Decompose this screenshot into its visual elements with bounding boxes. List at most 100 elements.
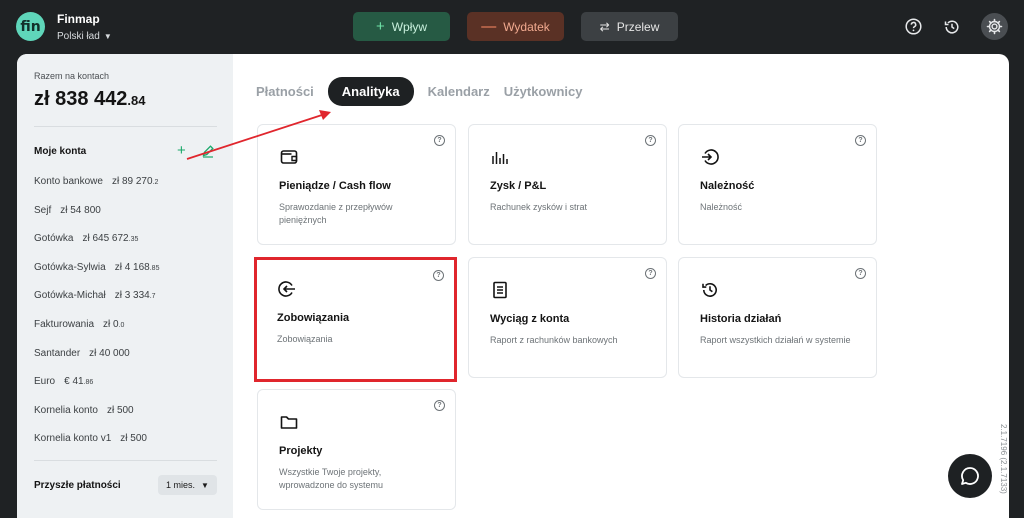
- period-select[interactable]: 1 mies. ▼: [158, 475, 217, 495]
- add-transfer-button[interactable]: ⇄ Przelew: [581, 12, 678, 41]
- account-row[interactable]: Gotówka-Sylwia zł 4 168.85: [34, 262, 224, 291]
- divider: [34, 126, 217, 127]
- report-card-activity-history[interactable]: ? Historia działań Raport wszystkich dzi…: [678, 257, 877, 378]
- login-arrow-icon: [700, 147, 720, 167]
- company-name: Polski ład: [57, 31, 100, 42]
- help-icon[interactable]: ?: [645, 135, 656, 146]
- card-description: Wszystkie Twoje projekty, wprowadzone do…: [279, 467, 384, 490]
- wallet-icon: [279, 147, 299, 167]
- total-balance: zł 838 442.84: [34, 88, 146, 111]
- account-balance: zł 500: [106, 404, 134, 416]
- account-row[interactable]: Gotówka zł 645 672.35: [34, 233, 224, 262]
- account-decimals: .7: [149, 293, 156, 301]
- document-icon: [490, 280, 510, 300]
- company-switcher[interactable]: Finmap Polski ład ▼: [57, 12, 112, 44]
- report-card-liabilities[interactable]: ? Zobowiązania Zobowiązania: [254, 257, 457, 382]
- card-title: Należność: [700, 180, 755, 192]
- folder-icon: [279, 412, 299, 432]
- period-value: 1 mies.: [166, 480, 196, 490]
- help-icon[interactable]: ?: [645, 268, 656, 279]
- total-decimals: .84: [127, 93, 146, 108]
- version-label: 2.1.7196 (2.1.7133): [999, 424, 1008, 494]
- account-decimals: .0: [118, 321, 125, 329]
- account-row[interactable]: Santander zł 40 000: [34, 348, 224, 377]
- accounts-list: Konto bankowe zł 89 270.2 Sejf zł 54 800 G…: [34, 176, 224, 462]
- history-icon: [700, 280, 720, 300]
- accounts-title: Moje konta: [34, 146, 87, 157]
- future-payments-title: Przyszłe płatności: [34, 480, 121, 491]
- help-icon[interactable]: ?: [855, 135, 866, 146]
- brand-name: Finmap: [57, 12, 100, 26]
- account-balance: zł 500: [120, 433, 147, 445]
- bar-chart-icon: [490, 147, 510, 167]
- account-row[interactable]: Konto bankowe zł 89 270.2: [34, 176, 224, 205]
- report-card-profit-loss[interactable]: ? Zysk / P&L Rachunek zysków i strat: [468, 124, 667, 245]
- add-inflow-button[interactable]: + Wpływ: [353, 12, 450, 41]
- account-balance: zł 645 672: [82, 233, 129, 245]
- account-decimals: .2: [152, 179, 159, 186]
- minus-icon: —: [481, 18, 497, 35]
- edit-pencil-icon[interactable]: [201, 144, 215, 158]
- account-row[interactable]: Euro € 41.86: [34, 376, 224, 405]
- account-row[interactable]: Gotówka-Michał zł 3 334.7: [34, 290, 224, 319]
- tab-calendar[interactable]: Kalendarz: [428, 84, 490, 99]
- add-account-icon[interactable]: +: [177, 142, 186, 159]
- add-expense-button[interactable]: — Wydatek: [467, 12, 564, 41]
- account-name: Santander: [34, 347, 81, 359]
- account-name: Gotówka-Michał: [34, 290, 106, 302]
- accounts-sidebar: Razem na kontach zł 838 442.84 Moje kont…: [17, 54, 233, 518]
- divider: [34, 460, 217, 461]
- account-balance: zł 54 800: [60, 204, 101, 216]
- top-bar: fin Finmap Polski ład ▼ + Wpływ — Wydatek…: [0, 0, 1024, 54]
- card-title: Projekty: [279, 445, 323, 457]
- help-icon[interactable]: ?: [855, 268, 866, 279]
- card-description: Należność: [700, 202, 743, 212]
- expense-label: Wydatek: [503, 19, 550, 34]
- account-row[interactable]: Kornelia konto v1 zł 500: [34, 433, 224, 462]
- caret-down-icon: ▼: [103, 32, 112, 41]
- settings-icon[interactable]: [981, 13, 1008, 40]
- account-balance: zł 89 270: [111, 176, 153, 187]
- card-description: Rachunek zysków i strat: [490, 202, 588, 212]
- inflow-label: Wpływ: [391, 19, 428, 34]
- account-balance: zł 40 000: [89, 347, 130, 359]
- card-title: Zysk / P&L: [490, 180, 547, 192]
- help-icon[interactable]: ?: [434, 400, 445, 411]
- account-decimals: .85: [149, 264, 160, 272]
- account-name: Fakturowania: [34, 318, 95, 330]
- account-row[interactable]: Sejf zł 54 800: [34, 205, 224, 234]
- main-panel: Razem na kontach zł 838 442.84 Moje kont…: [17, 54, 1009, 518]
- help-icon[interactable]: ?: [433, 270, 444, 281]
- report-card-receivables[interactable]: ? Należność Należność: [678, 124, 877, 245]
- account-row[interactable]: Fakturowania zł 0.0: [34, 319, 224, 348]
- card-description: Raport z rachunków bankowych: [490, 335, 618, 345]
- account-name: Euro: [34, 376, 56, 388]
- tab-payments[interactable]: Płatności: [256, 84, 314, 99]
- transfer-label: Przelew: [616, 19, 660, 34]
- report-card-cash-flow[interactable]: ? Pieniądze / Cash flow Sprawozdanie z p…: [257, 124, 456, 245]
- account-balance: € 41: [64, 376, 84, 388]
- total-main: zł 838 442: [34, 88, 128, 110]
- chat-bubble-icon: [961, 467, 979, 485]
- report-card-projects[interactable]: ? Projekty Wszystkie Twoje projekty, wpr…: [257, 389, 456, 510]
- tab-bar: Płatności Analityka Kalendarz Użytkownic…: [256, 77, 597, 106]
- card-description: Sprawozdanie z przepływów pieniężnych: [279, 202, 393, 225]
- account-balance: zł 4 168: [114, 261, 150, 273]
- transfer-icon: ⇄: [599, 19, 610, 34]
- help-icon[interactable]: [900, 13, 927, 40]
- card-title: Historia działań: [700, 313, 782, 325]
- tab-analytics[interactable]: Analityka: [327, 77, 414, 106]
- caret-down-icon: ▼: [201, 480, 209, 490]
- finmap-logo: fin: [16, 12, 45, 41]
- card-description: Raport wszystkich działań w systemie: [700, 335, 851, 345]
- card-description: Zobowiązania: [277, 334, 333, 344]
- history-icon[interactable]: [938, 13, 965, 40]
- account-row[interactable]: Kornelia konto zł 500: [34, 405, 224, 434]
- tab-users[interactable]: Użytkownicy: [504, 84, 583, 99]
- help-icon[interactable]: ?: [434, 135, 445, 146]
- card-title: Pieniądze / Cash flow: [279, 180, 391, 192]
- chat-support-button[interactable]: [948, 454, 992, 498]
- report-card-bank-statement[interactable]: ? Wyciąg z konta Raport z rachunków bank…: [468, 257, 667, 378]
- account-name: Konto bankowe: [34, 176, 103, 187]
- logout-arrow-icon: [277, 279, 297, 299]
